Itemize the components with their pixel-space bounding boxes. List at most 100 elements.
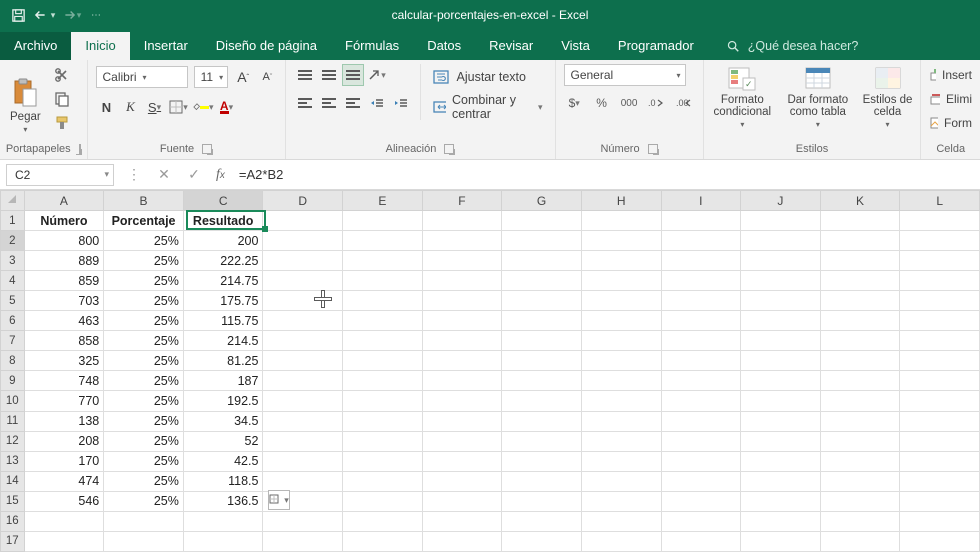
cell[interactable]: 192.5 [183, 391, 263, 411]
cell[interactable] [502, 411, 582, 431]
cell[interactable] [422, 211, 502, 231]
cell[interactable] [263, 291, 343, 311]
cell[interactable] [581, 491, 661, 511]
cell[interactable] [661, 491, 741, 511]
tell-me-search[interactable]: ¿Qué desea hacer? [726, 32, 859, 60]
cell[interactable] [581, 471, 661, 491]
spreadsheet-grid[interactable]: ABCDEFGHIJKL 1NúmeroPorcentajeResultado2… [0, 190, 980, 552]
cell[interactable] [820, 351, 900, 371]
cell[interactable] [900, 231, 980, 251]
cell[interactable] [581, 371, 661, 391]
cell[interactable] [661, 291, 741, 311]
cell[interactable] [661, 411, 741, 431]
cut-button[interactable] [51, 64, 73, 86]
cell[interactable]: 25% [104, 371, 184, 391]
cell[interactable]: 25% [104, 271, 184, 291]
copy-button[interactable] [51, 88, 73, 110]
cell[interactable] [741, 351, 821, 371]
cell[interactable] [502, 451, 582, 471]
row-header[interactable]: 10 [1, 391, 25, 411]
cell[interactable] [820, 411, 900, 431]
cell[interactable] [343, 251, 423, 271]
cell[interactable] [343, 351, 423, 371]
wrap-text-button[interactable]: Ajustar texto [429, 64, 547, 90]
cell[interactable] [741, 271, 821, 291]
decrease-decimal-button[interactable]: .00 [673, 92, 694, 114]
cell[interactable] [422, 451, 502, 471]
italic-button[interactable]: K [120, 96, 142, 118]
merge-center-button[interactable]: Combinar y centrar ▾ [429, 94, 547, 120]
cell[interactable]: 25% [104, 291, 184, 311]
column-header-C[interactable]: C [183, 191, 263, 211]
increase-indent-button[interactable] [390, 92, 412, 114]
tab-page-layout[interactable]: Diseño de página [202, 32, 331, 60]
dialog-launcher-icon[interactable] [79, 144, 81, 154]
cell[interactable]: 25% [104, 351, 184, 371]
cell[interactable] [661, 451, 741, 471]
cell[interactable] [422, 351, 502, 371]
cell[interactable] [263, 231, 343, 251]
cell[interactable] [343, 291, 423, 311]
tab-view[interactable]: Vista [547, 32, 604, 60]
cell[interactable] [900, 491, 980, 511]
cell[interactable] [263, 211, 343, 231]
align-bottom-button[interactable] [342, 64, 364, 86]
cell[interactable] [502, 371, 582, 391]
enter-formula-button[interactable]: ✓ [186, 166, 202, 183]
cell[interactable] [741, 371, 821, 391]
select-all-corner[interactable] [1, 191, 25, 211]
font-name-combo[interactable]: Calibri▾ [96, 66, 188, 88]
cell[interactable] [263, 471, 343, 491]
cell[interactable] [741, 391, 821, 411]
column-header-L[interactable]: L [900, 191, 980, 211]
cell[interactable]: 546 [24, 491, 104, 511]
row-header[interactable]: 17 [1, 531, 25, 551]
cell[interactable] [820, 271, 900, 291]
cell[interactable] [343, 311, 423, 331]
row-header[interactable]: 16 [1, 511, 25, 531]
cell[interactable] [661, 371, 741, 391]
cell[interactable] [820, 391, 900, 411]
cell[interactable] [900, 331, 980, 351]
cell[interactable] [422, 311, 502, 331]
cell[interactable] [581, 431, 661, 451]
cell[interactable] [820, 451, 900, 471]
cell[interactable] [183, 511, 263, 531]
cell[interactable] [820, 251, 900, 271]
cell[interactable] [263, 311, 343, 331]
row-header[interactable]: 9 [1, 371, 25, 391]
cell[interactable] [343, 371, 423, 391]
cell[interactable] [581, 511, 661, 531]
cancel-formula-button[interactable]: ✕ [156, 166, 172, 183]
cell[interactable]: 25% [104, 491, 184, 511]
cell[interactable] [24, 531, 104, 551]
cell[interactable] [820, 511, 900, 531]
cell[interactable] [661, 211, 741, 231]
paste-button[interactable]: Pegar ▾ [8, 64, 43, 134]
cell[interactable]: 25% [104, 331, 184, 351]
cell[interactable] [422, 271, 502, 291]
row-header[interactable]: 5 [1, 291, 25, 311]
cell[interactable] [104, 531, 184, 551]
cell[interactable] [900, 471, 980, 491]
format-as-table-button[interactable]: Dar formato como tabla▾ [787, 64, 849, 129]
bold-button[interactable]: N [96, 96, 118, 118]
cell[interactable] [263, 371, 343, 391]
column-header-D[interactable]: D [263, 191, 343, 211]
cell[interactable] [24, 511, 104, 531]
format-cells-button[interactable]: Form [929, 112, 972, 134]
cell[interactable]: 25% [104, 451, 184, 471]
cell[interactable] [820, 471, 900, 491]
cell[interactable] [263, 411, 343, 431]
fill-color-button[interactable]: ▾ [192, 96, 214, 118]
cell[interactable] [104, 511, 184, 531]
cell[interactable] [900, 451, 980, 471]
cell[interactable] [422, 251, 502, 271]
cell[interactable] [343, 331, 423, 351]
cell[interactable] [502, 331, 582, 351]
tab-review[interactable]: Revisar [475, 32, 547, 60]
cell[interactable] [661, 351, 741, 371]
align-top-button[interactable] [294, 64, 316, 86]
column-header-A[interactable]: A [24, 191, 104, 211]
cell[interactable]: 222.25 [183, 251, 263, 271]
